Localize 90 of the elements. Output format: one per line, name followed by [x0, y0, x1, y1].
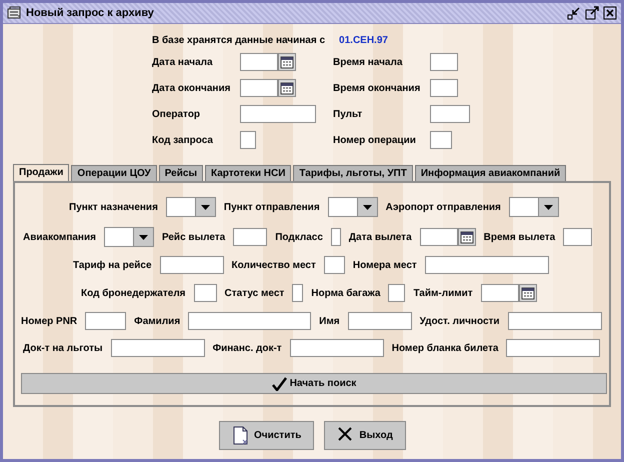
input-field[interactable]	[430, 79, 458, 97]
dropdown[interactable]	[166, 197, 216, 217]
input-field[interactable]	[330, 228, 341, 246]
tab[interactable]: Картотеки НСИ	[204, 165, 292, 181]
input-field[interactable]	[188, 312, 312, 330]
field-label: Оператор	[152, 108, 202, 120]
field-label: Номера мест	[352, 260, 417, 270]
input-field[interactable]	[85, 312, 126, 330]
dropdown[interactable]	[508, 197, 559, 217]
field-label: Удост. личности	[420, 316, 500, 326]
calendar-button[interactable]	[518, 284, 537, 302]
field-label: Пульт	[333, 108, 364, 120]
field-label: Имя	[319, 316, 340, 326]
field-label: Номер PNR	[21, 316, 78, 326]
field-label: Тайм-лимит	[413, 288, 473, 298]
date-field[interactable]	[420, 228, 458, 246]
exit-button[interactable]: Выход	[324, 421, 406, 450]
clear-button[interactable]: Очистить	[219, 421, 314, 450]
info-text: В базе хранятся данные начиная с	[152, 34, 326, 46]
calendar-button[interactable]	[278, 79, 296, 97]
calendar-button[interactable]	[458, 228, 476, 246]
input-field[interactable]	[290, 339, 384, 357]
field-label: Код бронедержателя	[81, 288, 186, 298]
calendar-icon	[280, 56, 294, 68]
calendar-button[interactable]	[278, 53, 296, 71]
field-label: Подкласс	[275, 232, 323, 242]
field-label: Рейс вылета	[162, 232, 226, 242]
input-field[interactable]	[430, 131, 452, 149]
input-field[interactable]	[430, 105, 470, 123]
input-field[interactable]	[348, 312, 412, 330]
field-label: Док-т на льготы	[23, 342, 103, 354]
window-title: Новый запрос к архиву	[26, 7, 155, 19]
tab[interactable]: Информация авиакомпаний	[414, 165, 566, 181]
close-icon[interactable]	[603, 6, 617, 20]
document-icon	[232, 426, 248, 445]
input-field[interactable]	[160, 256, 224, 274]
input-field[interactable]	[233, 228, 268, 246]
input-field[interactable]	[110, 339, 205, 357]
calendar-icon	[280, 82, 294, 94]
field-label: Авиакомпания	[23, 232, 96, 242]
field-label: Норма багажа	[311, 288, 380, 298]
input-field[interactable]	[508, 312, 602, 330]
input-field[interactable]	[388, 284, 406, 302]
field-label: Дата окончания	[152, 82, 232, 94]
field-label: Финанс. док-т	[212, 342, 282, 354]
checkmark-icon	[272, 376, 287, 390]
date-field[interactable]	[480, 284, 519, 302]
field-label: Пункт назначения	[69, 202, 158, 212]
caret-icon	[138, 234, 149, 240]
calendar-icon	[460, 230, 474, 244]
input-field[interactable]	[324, 256, 345, 274]
start-date: 01.СЕН.97	[339, 34, 388, 46]
minimize-icon[interactable]	[567, 6, 581, 20]
date-field[interactable]	[240, 53, 278, 71]
input-field[interactable]	[424, 256, 549, 274]
dropdown[interactable]	[104, 227, 154, 247]
input-field[interactable]	[430, 53, 458, 71]
field-label: Фамилия	[134, 316, 180, 326]
field-label: Пункт отправления	[224, 202, 320, 212]
input-field[interactable]	[563, 228, 592, 246]
caret-icon	[542, 204, 554, 210]
tab[interactable]: Операции ЦОУ	[71, 165, 157, 181]
input-field[interactable]	[240, 131, 256, 149]
input-field[interactable]	[194, 284, 217, 302]
field-label: Номер бланка билета	[392, 342, 498, 354]
tab[interactable]: Тарифы, льготы, УПТ	[293, 165, 413, 181]
dropdown[interactable]	[328, 197, 378, 217]
field-label: Количество мест	[232, 260, 316, 270]
field-label: Время начала	[333, 56, 404, 68]
field-label: Код запроса	[152, 134, 214, 146]
field-label: Тариф на рейсе	[73, 260, 152, 270]
search-button[interactable]: Начать поиск	[21, 373, 607, 394]
field-label: Дата начала	[152, 56, 214, 68]
caret-icon	[200, 204, 211, 210]
field-label: Время окончания	[333, 82, 422, 94]
window-icon	[7, 6, 22, 20]
maximize-icon[interactable]	[585, 6, 599, 20]
tab[interactable]: Рейсы	[158, 165, 203, 181]
input-field[interactable]	[240, 105, 316, 123]
field-label: Время вылета	[484, 232, 556, 242]
calendar-icon	[520, 286, 535, 300]
tab[interactable]: Продажи	[13, 164, 70, 181]
field-label: Номер операции	[333, 134, 417, 146]
input-field[interactable]	[292, 284, 304, 302]
field-label: Дата вылета	[348, 232, 412, 242]
input-field[interactable]	[506, 339, 600, 357]
field-label: Статус мест	[224, 288, 284, 298]
date-field[interactable]	[240, 79, 278, 97]
field-label: Аэропорт отправления	[386, 202, 501, 212]
caret-icon	[362, 204, 373, 210]
